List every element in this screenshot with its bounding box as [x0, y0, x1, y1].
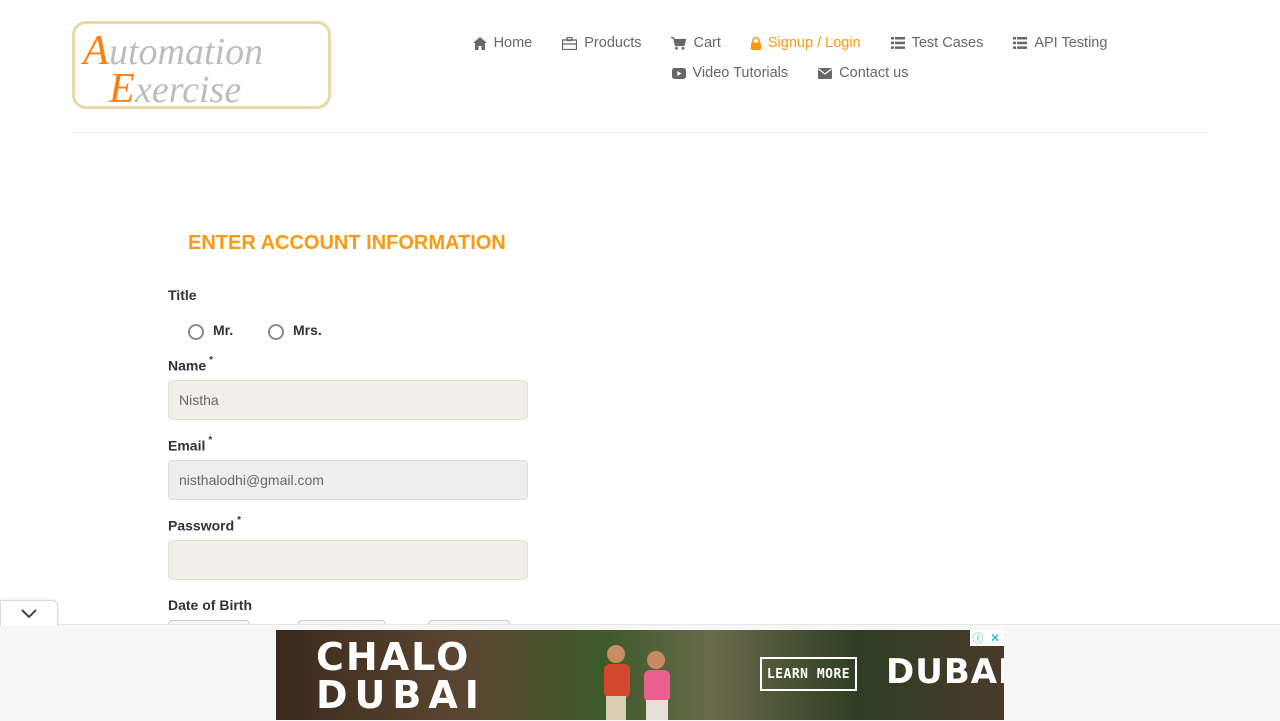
required-mark: *: [209, 355, 214, 366]
site-logo[interactable]: A utomation E xercise: [72, 21, 331, 109]
radio-circle[interactable]: [268, 324, 284, 340]
main-nav: Home Products Cart Signup / Login Test C…: [440, 28, 1140, 88]
name-label: Name *: [168, 355, 214, 374]
list-icon: [890, 37, 905, 49]
svg-text:E: E: [108, 66, 135, 106]
nav-video-tutorials-label: Video Tutorials: [692, 65, 789, 81]
svg-text:A: A: [80, 28, 109, 74]
ad-info-icon[interactable]: ⓘ: [970, 630, 986, 646]
nav-signup-login-label: Signup / Login: [767, 35, 861, 51]
email-input[interactable]: nisthalodhi@gmail.com: [168, 460, 528, 500]
nav-row-1: Home Products Cart Signup / Login Test C…: [440, 28, 1140, 58]
ad-headline-line2: DUBAI: [316, 673, 486, 717]
nav-cart-label: Cart: [693, 35, 721, 51]
ad-brand-logo: DUBAI: [886, 652, 1004, 692]
name-input[interactable]: Nistha: [168, 380, 528, 420]
nav-home[interactable]: Home: [472, 35, 533, 51]
nav-cart[interactable]: Cart: [671, 35, 721, 51]
svg-text:xercise: xercise: [134, 69, 241, 106]
email-label-text: Email: [168, 437, 206, 454]
password-label: Password *: [168, 515, 242, 534]
nav-home-label: Home: [493, 35, 533, 51]
nav-api-testing[interactable]: API Testing: [1013, 35, 1107, 51]
chevron-down-icon: [21, 608, 37, 618]
ad-photo-people: [604, 645, 670, 720]
title-mr-label: Mr.: [213, 322, 234, 338]
header-divider: [72, 132, 1208, 133]
name-label-text: Name: [168, 357, 207, 374]
lock-icon: [750, 36, 761, 50]
envelope-icon: [818, 67, 833, 79]
title-mrs-label: Mrs.: [293, 322, 322, 338]
ad-learn-more-button[interactable]: LEARN MORE: [760, 657, 857, 691]
radio-circle[interactable]: [188, 324, 204, 340]
nav-row-2: Video Tutorials Contact us: [440, 58, 1140, 88]
ad-headline: CHALO DUBAI: [316, 638, 486, 714]
nav-contact-us-label: Contact us: [839, 65, 909, 81]
youtube-icon: [671, 67, 686, 79]
nav-contact-us[interactable]: Contact us: [818, 65, 908, 81]
briefcase-icon: [562, 36, 578, 50]
title-mrs-radio[interactable]: Mrs.: [268, 320, 322, 340]
nav-signup-login[interactable]: Signup / Login: [750, 35, 861, 51]
password-input[interactable]: [168, 540, 528, 580]
home-icon: [472, 36, 487, 50]
nav-video-tutorials[interactable]: Video Tutorials: [671, 65, 789, 81]
list-icon: [1013, 37, 1028, 49]
ad-headline-line1: CHALO: [316, 635, 471, 679]
nav-api-testing-label: API Testing: [1034, 35, 1108, 51]
nav-products[interactable]: Products: [562, 35, 641, 51]
advertisement-banner[interactable]: CHALO DUBAI LEARN MORE DUBAI: [276, 630, 1004, 720]
nav-test-cases[interactable]: Test Cases: [890, 35, 984, 51]
cart-icon: [671, 36, 687, 50]
dob-label: Date of Birth: [168, 597, 252, 613]
title-mr-radio[interactable]: Mr.: [188, 320, 233, 340]
ad-collapse-toggle[interactable]: [0, 600, 58, 626]
form-title: ENTER ACCOUNT INFORMATION: [188, 232, 506, 254]
password-label-text: Password: [168, 517, 235, 534]
ad-close-icon[interactable]: ✕: [986, 630, 1004, 646]
nav-products-label: Products: [584, 35, 642, 51]
nav-test-cases-label: Test Cases: [911, 35, 984, 51]
email-label: Email *: [168, 435, 213, 454]
required-mark: *: [208, 435, 213, 446]
required-mark: *: [237, 515, 242, 526]
title-label: Title: [168, 287, 197, 303]
